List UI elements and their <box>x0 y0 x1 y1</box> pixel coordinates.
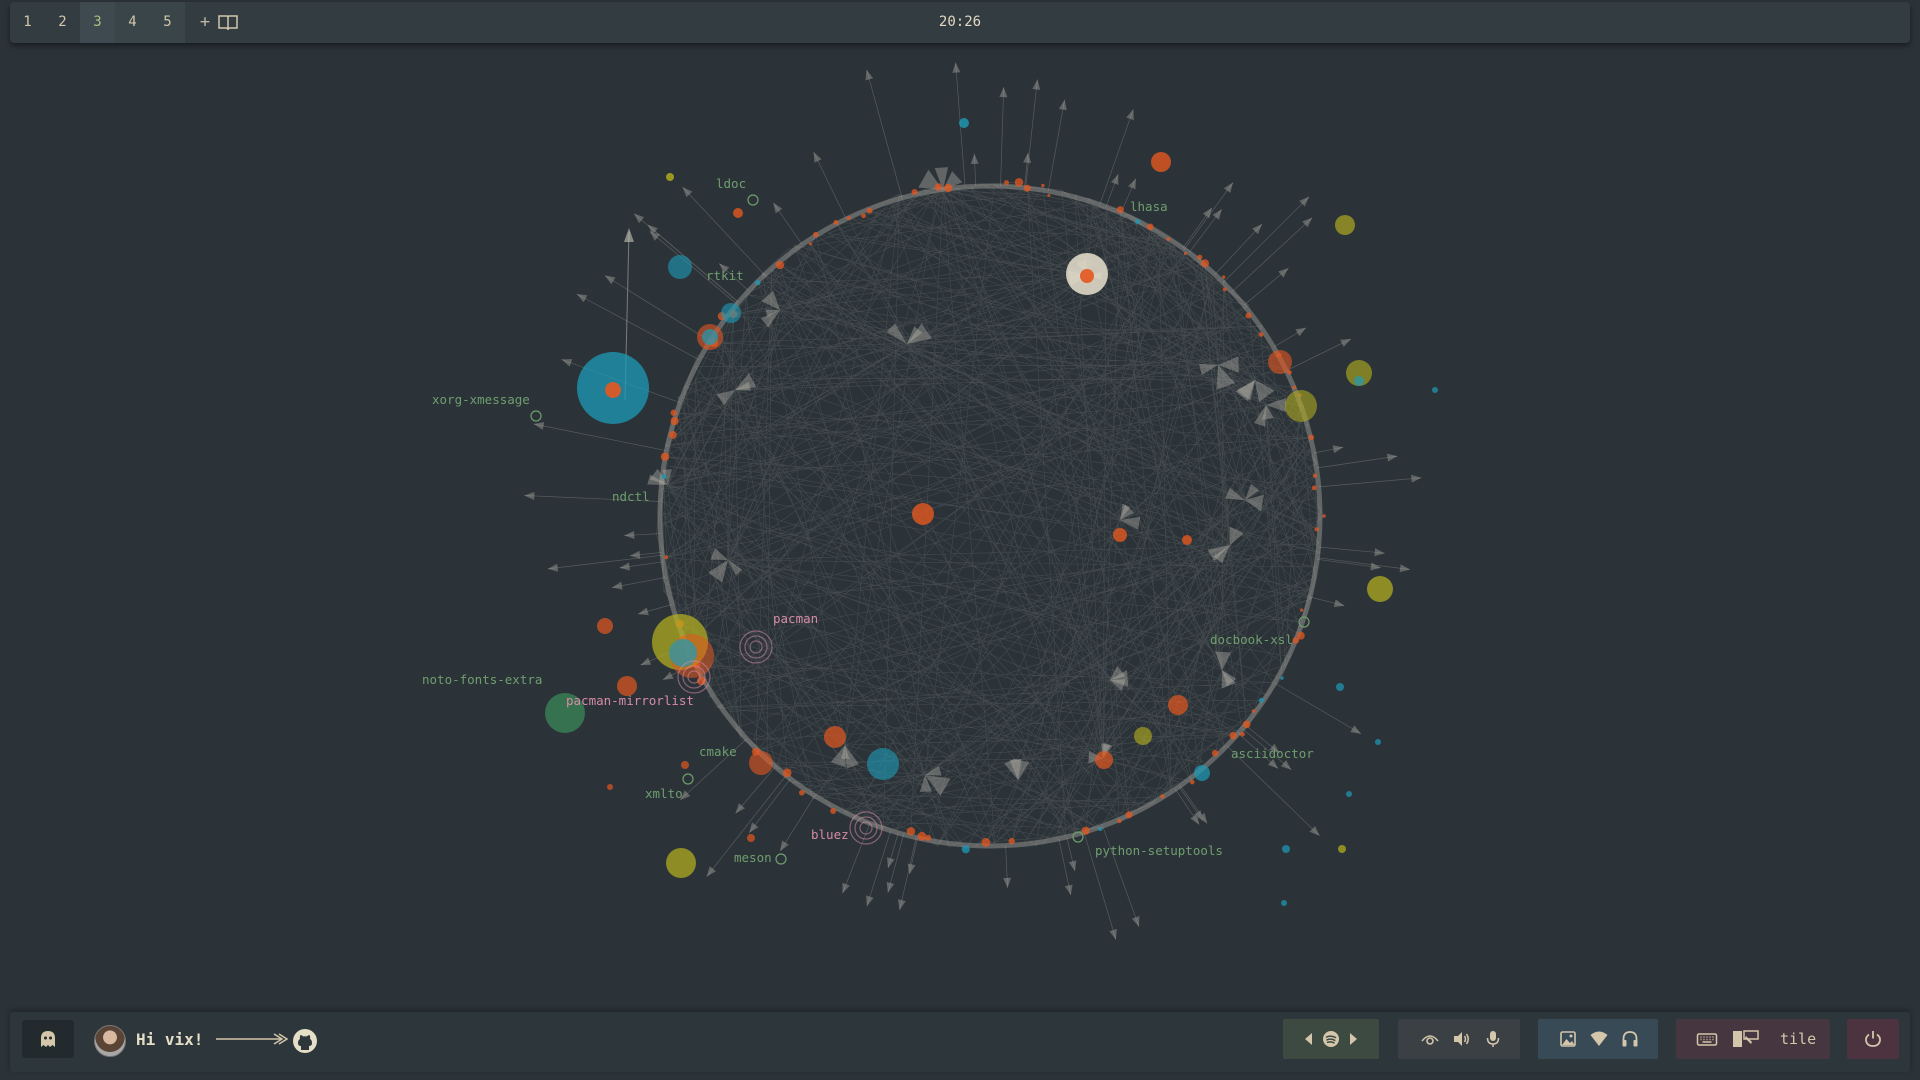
bottom-bar: Hi vix! tile <box>10 1012 1910 1072</box>
eye-icon[interactable] <box>1420 1029 1440 1049</box>
prev-icon[interactable] <box>1299 1029 1319 1049</box>
node-label-xmlto[interactable]: xmlto <box>645 786 683 801</box>
network-controls <box>1538 1019 1658 1059</box>
volume-icon[interactable] <box>1451 1029 1471 1049</box>
workspace-2[interactable]: 2 <box>45 2 80 43</box>
workspace-1[interactable]: 1 <box>10 2 45 43</box>
launcher-button[interactable] <box>22 1020 74 1058</box>
headphones-icon[interactable] <box>1620 1029 1640 1049</box>
node-label-ldoc[interactable]: ldoc <box>716 176 746 191</box>
book-icon[interactable] <box>218 14 238 32</box>
media-controls <box>1283 1019 1379 1059</box>
avatar[interactable] <box>94 1025 126 1057</box>
node-label-meson[interactable]: meson <box>734 850 772 865</box>
workspace-4[interactable]: 4 <box>115 2 150 43</box>
node-label-cmake[interactable]: cmake <box>699 744 737 759</box>
layout-controls: tile <box>1676 1019 1830 1059</box>
layout-name[interactable]: tile <box>1780 1019 1816 1059</box>
greeting-text: Hi vix! <box>136 1030 204 1049</box>
tile-layout-icon[interactable] <box>1732 1029 1760 1049</box>
power-button[interactable] <box>1847 1019 1899 1059</box>
node-label-rtkit[interactable]: rtkit <box>706 268 744 283</box>
top-bar: 1 2 3 4 5 + 20:26 <box>10 2 1910 43</box>
node-label-bluez[interactable]: bluez <box>811 827 849 842</box>
node-label-xorg-xmessage[interactable]: xorg-xmessage <box>432 392 530 407</box>
long-arrow-right-icon <box>216 1033 288 1045</box>
node-label-asciidoctor[interactable]: asciidoctor <box>1231 746 1314 761</box>
package-dependency-graph[interactable]: ldoc lhasa rtkit xorg-xmessage ndctl pac… <box>0 0 1920 1080</box>
spotify-icon[interactable] <box>1321 1029 1341 1049</box>
node-label-python-setuptools[interactable]: python-setuptools <box>1095 843 1223 858</box>
graph-edges <box>524 62 1422 940</box>
power-icon <box>1865 1031 1881 1047</box>
github-icon[interactable] <box>292 1028 318 1054</box>
node-label-pacman[interactable]: pacman <box>773 611 818 626</box>
node-label-ndctl[interactable]: ndctl <box>612 489 650 504</box>
clock[interactable]: 20:26 <box>10 2 1910 43</box>
next-icon[interactable] <box>1343 1029 1363 1049</box>
microphone-icon[interactable] <box>1483 1029 1503 1049</box>
wifi-icon[interactable] <box>1589 1029 1609 1049</box>
node-label-noto-fonts-extra[interactable]: noto-fonts-extra <box>422 672 542 687</box>
image-icon[interactable] <box>1558 1029 1578 1049</box>
workspace-3[interactable]: 3 <box>80 2 115 43</box>
add-workspace-button[interactable]: + <box>190 2 220 43</box>
keyboard-icon[interactable] <box>1696 1029 1718 1049</box>
ghost-icon <box>41 1031 55 1047</box>
workspace-5[interactable]: 5 <box>150 2 185 43</box>
node-label-pacman-mirrorlist[interactable]: pacman-mirrorlist <box>566 693 694 708</box>
audio-controls <box>1398 1019 1520 1059</box>
node-label-docbook-xsl[interactable]: docbook-xsl <box>1210 632 1293 647</box>
node-label-lhasa[interactable]: lhasa <box>1130 199 1168 214</box>
